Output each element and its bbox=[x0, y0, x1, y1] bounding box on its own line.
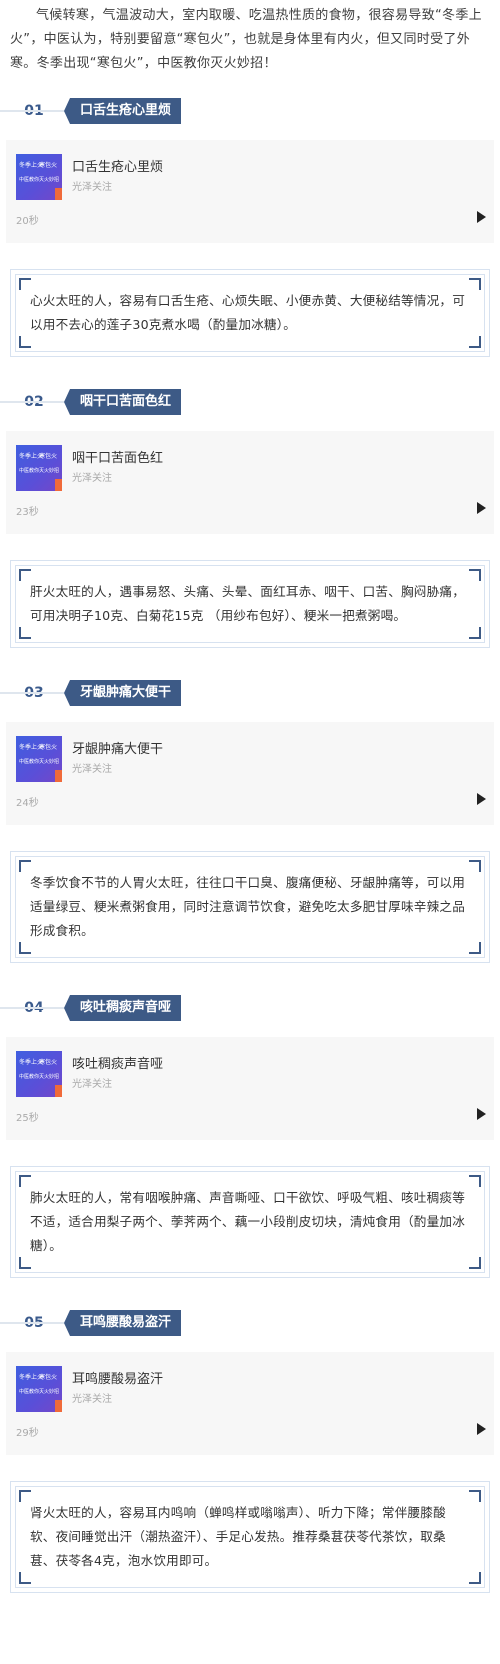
remedy-text-box: 肾火太旺的人，容易耳内鸣响（蝉鸣样或嗡嗡声）、听力下降；常伴腰膝酸软、夜间睡觉出… bbox=[10, 1481, 490, 1593]
thumbnail-text-bottom: 中医教你灭火妙招 bbox=[19, 1389, 60, 1395]
play-icon[interactable] bbox=[477, 211, 486, 223]
remedy-text-box: 肝火太旺的人，遇事易怒、头痛、头晕、面红耳赤、咽干、口苦、胸闷胁痛，可用决明子1… bbox=[10, 560, 490, 648]
video-card[interactable]: 冬季上火 寒包火 中医教你灭火妙招 牙龈肿痛大便干 光泽关注 24秒 bbox=[6, 722, 494, 825]
corner-bracket-icon bbox=[19, 569, 31, 581]
video-thumbnail[interactable]: 冬季上火 寒包火 中医教你灭火妙招 bbox=[16, 445, 62, 491]
sections-container: 01 口舌生疮心里烦 冬季上火 寒包火 中医教你灭火妙招 口舌生疮心里烦 光泽关… bbox=[0, 98, 500, 1593]
video-title[interactable]: 咽干口苦面色红 bbox=[72, 447, 163, 466]
section-header: 05 耳鸣腰酸易盗汗 bbox=[0, 1310, 500, 1336]
video-duration: 23秒 bbox=[16, 507, 39, 518]
video-duration: 25秒 bbox=[16, 1113, 39, 1124]
corner-bracket-icon bbox=[469, 278, 481, 290]
section-title: 咽干口苦面色红 bbox=[0, 389, 182, 415]
corner-bracket-icon bbox=[469, 1572, 481, 1584]
video-title[interactable]: 牙龈肿痛大便干 bbox=[72, 738, 163, 757]
video-thumbnail[interactable]: 冬季上火 寒包火 中医教你灭火妙招 bbox=[16, 154, 62, 200]
corner-bracket-icon bbox=[469, 627, 481, 639]
remedy-text: 肺火太旺的人，常有咽喉肿痛、声音嘶哑、口干欲饮、呼吸气粗、咳吐稠痰等不适，适合用… bbox=[15, 1171, 485, 1273]
corner-bracket-icon bbox=[19, 278, 31, 290]
thumbnail-accent bbox=[55, 479, 62, 491]
play-icon[interactable] bbox=[477, 793, 486, 805]
video-duration: 20秒 bbox=[16, 216, 39, 227]
corner-bracket-icon bbox=[19, 942, 31, 954]
thumbnail-text-right: 寒包火 bbox=[39, 744, 58, 751]
section-title: 口舌生疮心里烦 bbox=[0, 98, 182, 124]
video-title[interactable]: 咳吐稠痰声音哑 bbox=[72, 1053, 163, 1072]
remedy-text-box: 肺火太旺的人，常有咽喉肿痛、声音嘶哑、口干欲饮、呼吸气粗、咳吐稠痰等不适，适合用… bbox=[10, 1166, 490, 1278]
remedy-text-box: 冬季饮食不节的人胃火太旺，往往口干口臭、腹痛便秘、牙龈肿痛等，可以用适量绿豆、粳… bbox=[10, 851, 490, 963]
corner-bracket-icon bbox=[19, 1572, 31, 1584]
remedy-text: 肾火太旺的人，容易耳内鸣响（蝉鸣样或嗡嗡声）、听力下降；常伴腰膝酸软、夜间睡觉出… bbox=[15, 1486, 485, 1588]
remedy-section: 05 耳鸣腰酸易盗汗 冬季上火 寒包火 中医教你灭火妙招 耳鸣腰酸易盗汗 光泽关… bbox=[0, 1310, 500, 1593]
video-thumbnail[interactable]: 冬季上火 寒包火 中医教你灭火妙招 bbox=[16, 1051, 62, 1097]
remedy-text: 肝火太旺的人，遇事易怒、头痛、头晕、面红耳赤、咽干、口苦、胸闷胁痛，可用决明子1… bbox=[15, 565, 485, 643]
remedy-text-box: 心火太旺的人，容易有口舌生疮、心烦失眠、小便赤黄、大便秘结等情况，可以用不去心的… bbox=[10, 269, 490, 357]
corner-bracket-icon bbox=[469, 1257, 481, 1269]
corner-bracket-icon bbox=[469, 1490, 481, 1502]
video-author: 光泽关注 bbox=[72, 473, 112, 484]
corner-bracket-icon bbox=[19, 1490, 31, 1502]
play-icon[interactable] bbox=[477, 1108, 486, 1120]
corner-bracket-icon bbox=[469, 569, 481, 581]
intro-paragraph: 气候转寒，气温波动大，室内取暖、吃温热性质的食物，很容易导致“冬季上火”，中医认… bbox=[10, 8, 482, 71]
video-author: 光泽关注 bbox=[72, 1079, 112, 1090]
thumbnail-text-right: 寒包火 bbox=[39, 453, 58, 460]
section-title: 耳鸣腰酸易盗汗 bbox=[0, 1310, 182, 1336]
section-title: 咳吐稠痰声音哑 bbox=[0, 995, 182, 1021]
corner-bracket-icon bbox=[469, 860, 481, 872]
video-duration: 24秒 bbox=[16, 798, 39, 809]
section-title: 牙龈肿痛大便干 bbox=[0, 680, 182, 706]
remedy-text: 冬季饮食不节的人胃火太旺，往往口干口臭、腹痛便秘、牙龈肿痛等，可以用适量绿豆、粳… bbox=[15, 856, 485, 958]
thumbnail-accent bbox=[55, 188, 62, 200]
corner-bracket-icon bbox=[19, 860, 31, 872]
video-duration: 29秒 bbox=[16, 1428, 39, 1439]
remedy-text: 心火太旺的人，容易有口舌生疮、心烦失眠、小便赤黄、大便秘结等情况，可以用不去心的… bbox=[15, 274, 485, 352]
thumbnail-text-right: 寒包火 bbox=[39, 162, 58, 169]
corner-bracket-icon bbox=[19, 627, 31, 639]
video-card[interactable]: 冬季上火 寒包火 中医教你灭火妙招 耳鸣腰酸易盗汗 光泽关注 29秒 bbox=[6, 1352, 494, 1455]
section-header: 01 口舌生疮心里烦 bbox=[0, 98, 500, 124]
thumbnail-accent bbox=[55, 1085, 62, 1097]
section-header: 04 咳吐稠痰声音哑 bbox=[0, 995, 500, 1021]
play-icon[interactable] bbox=[477, 502, 486, 514]
thumbnail-text-right: 寒包火 bbox=[39, 1374, 58, 1381]
section-header: 02 咽干口苦面色红 bbox=[0, 389, 500, 415]
thumbnail-accent bbox=[55, 1400, 62, 1412]
video-author: 光泽关注 bbox=[72, 182, 112, 193]
thumbnail-text-bottom: 中医教你灭火妙招 bbox=[19, 177, 60, 183]
thumbnail-accent bbox=[55, 770, 62, 782]
video-card[interactable]: 冬季上火 寒包火 中医教你灭火妙招 口舌生疮心里烦 光泽关注 20秒 bbox=[6, 140, 494, 243]
remedy-section: 01 口舌生疮心里烦 冬季上火 寒包火 中医教你灭火妙招 口舌生疮心里烦 光泽关… bbox=[0, 98, 500, 357]
video-thumbnail[interactable]: 冬季上火 寒包火 中医教你灭火妙招 bbox=[16, 1366, 62, 1412]
remedy-section: 03 牙龈肿痛大便干 冬季上火 寒包火 中医教你灭火妙招 牙龈肿痛大便干 光泽关… bbox=[0, 680, 500, 963]
video-card[interactable]: 冬季上火 寒包火 中医教你灭火妙招 咽干口苦面色红 光泽关注 23秒 bbox=[6, 431, 494, 534]
thumbnail-text-bottom: 中医教你灭火妙招 bbox=[19, 468, 60, 474]
corner-bracket-icon bbox=[469, 1175, 481, 1187]
video-title[interactable]: 耳鸣腰酸易盗汗 bbox=[72, 1368, 163, 1387]
thumbnail-text-bottom: 中医教你灭火妙招 bbox=[19, 1074, 60, 1080]
video-thumbnail[interactable]: 冬季上火 寒包火 中医教你灭火妙招 bbox=[16, 736, 62, 782]
thumbnail-text-right: 寒包火 bbox=[39, 1059, 58, 1066]
corner-bracket-icon bbox=[19, 1175, 31, 1187]
corner-bracket-icon bbox=[469, 336, 481, 348]
corner-bracket-icon bbox=[19, 336, 31, 348]
section-header: 03 牙龈肿痛大便干 bbox=[0, 680, 500, 706]
play-icon[interactable] bbox=[477, 1423, 486, 1435]
thumbnail-text-bottom: 中医教你灭火妙招 bbox=[19, 759, 60, 765]
corner-bracket-icon bbox=[19, 1257, 31, 1269]
remedy-section: 02 咽干口苦面色红 冬季上火 寒包火 中医教你灭火妙招 咽干口苦面色红 光泽关… bbox=[0, 389, 500, 648]
video-author: 光泽关注 bbox=[72, 1394, 112, 1405]
video-title[interactable]: 口舌生疮心里烦 bbox=[72, 156, 163, 175]
corner-bracket-icon bbox=[469, 942, 481, 954]
video-author: 光泽关注 bbox=[72, 764, 112, 775]
remedy-section: 04 咳吐稠痰声音哑 冬季上火 寒包火 中医教你灭火妙招 咳吐稠痰声音哑 光泽关… bbox=[0, 995, 500, 1278]
video-card[interactable]: 冬季上火 寒包火 中医教你灭火妙招 咳吐稠痰声音哑 光泽关注 25秒 bbox=[6, 1037, 494, 1140]
